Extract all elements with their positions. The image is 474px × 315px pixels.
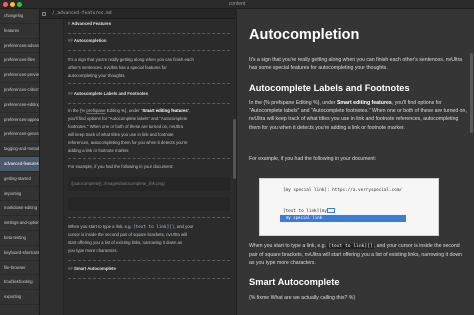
- screenshot-link-definition: [my special link]: https://a.verryspecia…: [283, 188, 402, 193]
- editor-heading-1: # Advanced Features: [68, 21, 112, 26]
- editor-separator: [68, 260, 230, 261]
- editor-line: adding a link or footnote marker.: [68, 148, 130, 153]
- sidebar-item-markdown-editing[interactable]: markdown-editing: [0, 201, 39, 217]
- preview-paragraph: It's a sign that you're really getting a…: [249, 57, 463, 72]
- window-titlebar: content: [0, 0, 474, 9]
- editor-line: When you start to type a link, e.g. [tex…: [68, 224, 194, 230]
- editor-separator: [68, 33, 230, 34]
- editor-line: In the {% prefspane Editing %}, under "S…: [68, 108, 191, 113]
- editor-heading-2: ## Autocomplete Labels and Footnotes: [68, 91, 149, 96]
- editor-separator: [68, 217, 230, 218]
- sidebar-item-preferences-advanced[interactable]: preferences-advanced: [0, 39, 39, 54]
- editor-line: other's sentences. nvUltra has a special…: [68, 65, 167, 70]
- screenshot-autocomplete-suggestion: my special link: [280, 215, 406, 222]
- editor-heading-2: ## Autocompletion: [68, 38, 107, 43]
- editor-line: autocompleting your thoughts.: [68, 73, 126, 78]
- sidebar-item-troubleshooting[interactable]: troubleshooting: [0, 275, 39, 291]
- editor-separator: [68, 158, 230, 159]
- sidebar-item-preferences-files[interactable]: preferences-files: [0, 53, 39, 69]
- editor-separator: [68, 50, 230, 51]
- screenshot-link-typing: [text to link][my: [283, 208, 335, 214]
- editor-line: you'll find options for "Autocomplete la…: [68, 116, 188, 121]
- preview-scroll-thumb[interactable]: [470, 53, 473, 133]
- editor-gutter: [40, 19, 64, 315]
- sidebar-item-settings-and-options[interactable]: settings-and-options: [0, 216, 39, 231]
- document-icon: [42, 11, 46, 16]
- editor-line: will keep track of what titles you use i…: [68, 132, 174, 137]
- editor-line: start offering you a list of existing li…: [68, 240, 183, 245]
- editor-line: references, autocompleting them for you …: [68, 140, 188, 145]
- sidebar-item-features[interactable]: features: [0, 24, 39, 39]
- sidebar-item-importing[interactable]: importing: [0, 187, 39, 202]
- editor-line: cursor is inside the second pair of squa…: [68, 232, 187, 237]
- editor-line: It's a sign that you're really getting a…: [68, 57, 194, 62]
- preview-paragraph: When you start to type a link, e.g. [tex…: [249, 243, 462, 267]
- preview-scrollbar[interactable]: [470, 13, 473, 313]
- sidebar-item-changelog[interactable]: changelog: [0, 9, 39, 24]
- notes-sidebar: changelogfeaturespreferences-advancedpre…: [0, 9, 40, 315]
- preview-heading-2: Smart Autocomplete: [249, 277, 340, 287]
- window-title: content: [228, 1, 246, 7]
- editor-image-ref: ![autocomplete](../images/autocomplete_l…: [71, 181, 165, 186]
- sidebar-item-preferences-general[interactable]: preferences-general: [0, 127, 39, 143]
- editor-line: For example, if you had the following in…: [68, 164, 174, 169]
- file-path: /_advanced-features.md: [52, 11, 112, 16]
- sidebar-item-preferences-preview[interactable]: preferences-preview: [0, 68, 39, 83]
- editor-image-block: [68, 197, 230, 211]
- preview-heading-1: Autocompletion: [249, 27, 360, 43]
- sidebar-item-file-browser[interactable]: file-browser: [0, 261, 39, 276]
- autocomplete-screenshot-image: [my special link]: https://a.verryspecia…: [259, 178, 439, 236]
- file-path-bar: /_advanced-features.md: [40, 9, 236, 19]
- preview-paragraph: {% fixme What are we actually calling th…: [249, 295, 356, 301]
- sidebar-item-advanced-features[interactable]: advanced-features: [0, 156, 39, 172]
- preview-paragraph: For example, if you had the following in…: [249, 156, 377, 162]
- preview-heading-2: Autocomplete Labels and Footnotes: [249, 83, 410, 93]
- sidebar-item-beta-testing[interactable]: beta-testing: [0, 231, 39, 246]
- editor-pane[interactable]: /_advanced-features.md # Advanced Featur…: [40, 9, 236, 315]
- sidebar-item-preferences-criticmarkup[interactable]: preferences-criticmarkup: [0, 83, 39, 98]
- editor-line: footnotes." When one or both of these ar…: [68, 124, 183, 129]
- editor-heading-2: ## Smart Autocomplete: [68, 266, 116, 271]
- editor-separator: [68, 278, 230, 279]
- text-caret-icon: [326, 208, 335, 213]
- sidebar-item-preferences-appearance[interactable]: preferences-appearance: [0, 113, 39, 128]
- editor-separator: [68, 83, 230, 84]
- sidebar-item-tagging-and-metadata[interactable]: tagging-and-metadata: [0, 142, 39, 157]
- sidebar-item-exporting[interactable]: exporting: [0, 290, 39, 305]
- preview-pane: Autocompletion It's a sign that you're r…: [236, 9, 474, 315]
- editor-line: you type more characters.: [68, 248, 118, 253]
- editor-separator: [68, 103, 230, 104]
- sidebar-item-getting-started[interactable]: getting-started: [0, 172, 39, 187]
- sidebar-item-keyboard-shortcuts[interactable]: keyboard-shortcuts: [0, 246, 39, 261]
- preview-paragraph: In the {% prefspane Editing %}, under Sm…: [249, 100, 467, 131]
- sidebar-item-preferences-editing[interactable]: preferences-editing: [0, 98, 39, 113]
